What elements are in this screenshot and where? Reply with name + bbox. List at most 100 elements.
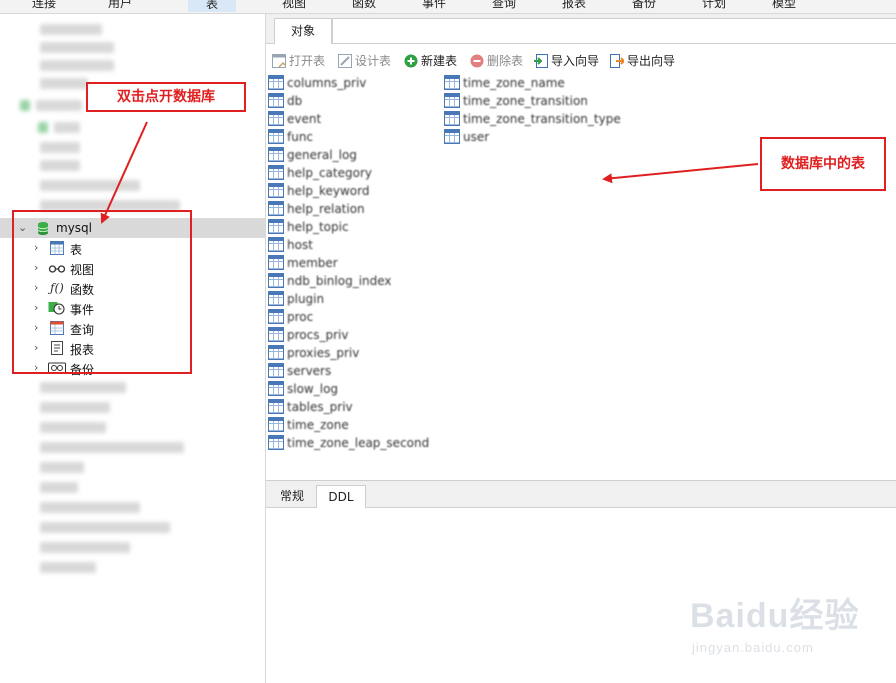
blurred-tree-item[interactable]	[40, 442, 184, 453]
table-name: proxies_priv	[287, 346, 360, 360]
table-name: user	[463, 130, 490, 144]
callout-double-click: 双击点开数据库	[86, 82, 246, 112]
blurred-tree-item[interactable]	[40, 78, 88, 89]
menu-user[interactable]: 用户	[108, 0, 132, 11]
export-wizard-label: 导出向导	[627, 54, 676, 68]
design-table-icon	[338, 54, 352, 68]
table-icon	[268, 399, 284, 414]
table-icon	[268, 255, 284, 270]
menu-connect[interactable]: 连接	[32, 0, 56, 11]
table-name: member	[287, 256, 338, 270]
table-icon	[268, 75, 284, 90]
table-name: slow_log	[287, 382, 339, 396]
table-icon	[268, 291, 284, 306]
table-icon	[268, 129, 284, 144]
menu-event[interactable]: 事件	[422, 0, 446, 11]
table-name: procs_priv	[287, 328, 349, 342]
tab-ddl[interactable]: DDL	[316, 485, 366, 509]
delete-table-button[interactable]: 删除表	[470, 52, 523, 70]
table-name: help_topic	[287, 220, 349, 234]
blurred-db-icon	[38, 122, 48, 133]
menu-table[interactable]: 表	[188, 0, 237, 12]
table-icon	[268, 435, 284, 450]
table-icon	[268, 381, 284, 396]
new-table-button[interactable]: 新建表	[404, 52, 457, 70]
table-icon	[268, 345, 284, 360]
blurred-tree-item[interactable]	[40, 24, 102, 35]
table-list: columns_priv db event func general_log help_c…	[266, 74, 896, 480]
table-icon	[268, 237, 284, 252]
blurred-tree-item[interactable]	[40, 60, 114, 71]
watermark-brand: Baidu经验	[690, 597, 860, 635]
blurred-tree-item[interactable]	[40, 382, 126, 393]
add-icon	[404, 54, 418, 68]
info-tab-strip: 常规 DDL	[266, 480, 896, 509]
blurred-tree-item[interactable]	[40, 482, 78, 493]
blurred-tree-item[interactable]	[40, 142, 80, 153]
import-wizard-label: 导入向导	[551, 54, 600, 68]
table-icon	[268, 327, 284, 342]
highlight-box-mysql	[12, 210, 192, 374]
open-table-label: 打开表	[289, 54, 326, 68]
menu-query[interactable]: 查询	[492, 0, 516, 11]
export-wizard-button[interactable]: 导出向导	[610, 52, 675, 70]
design-table-button[interactable]: 设计表	[338, 52, 391, 70]
blurred-tree-item[interactable]	[36, 100, 82, 111]
baidu-jingyan-watermark: Baidu经验 jingyan.baidu.com	[684, 584, 884, 664]
menu-view[interactable]: 视图	[282, 0, 306, 11]
table-name: event	[287, 112, 322, 126]
table-icon	[444, 93, 460, 108]
menu-report[interactable]: 报表	[562, 0, 586, 11]
delete-table-label: 删除表	[487, 54, 524, 68]
import-icon	[534, 54, 548, 68]
table-icon	[444, 75, 460, 90]
table-name: time_zone	[287, 418, 349, 432]
table-name: plugin	[287, 292, 325, 306]
table-name: ndb_binlog_index	[287, 274, 392, 288]
menu-schedule[interactable]: 计划	[702, 0, 726, 11]
blurred-tree-item[interactable]	[40, 562, 96, 573]
top-menu-bar: 连接 用户 表 视图 函数 事件 查询 报表 备份 计划 模型	[0, 0, 896, 14]
table-icon	[268, 147, 284, 162]
table-icon	[268, 363, 284, 378]
blurred-tree-item[interactable]	[40, 42, 114, 53]
tab-general[interactable]: 常规	[270, 485, 314, 509]
table-name: time_zone_transition	[463, 94, 588, 108]
blurred-tree-item[interactable]	[40, 462, 84, 473]
menu-backup[interactable]: 备份	[632, 0, 656, 11]
tab-objects[interactable]: 对象	[274, 18, 332, 44]
table-name: time_zone_transition_type	[463, 112, 621, 126]
blurred-tree-item[interactable]	[40, 402, 110, 413]
table-icon	[268, 201, 284, 216]
blurred-db-icon	[20, 100, 30, 111]
blurred-tree-item[interactable]	[40, 160, 80, 171]
import-wizard-button[interactable]: 导入向导	[534, 52, 599, 70]
blurred-tree-item[interactable]	[40, 422, 106, 433]
blurred-tree-item[interactable]	[40, 542, 130, 553]
open-table-button[interactable]: 打开表	[272, 52, 325, 70]
table-icon	[444, 129, 460, 144]
callout-tables-in-db: 数据库中的表	[760, 137, 886, 191]
open-table-icon	[272, 54, 286, 68]
new-table-label: 新建表	[421, 54, 458, 68]
object-tab-empty-area	[332, 18, 896, 44]
table-name: tables_priv	[287, 400, 353, 414]
table-name: func	[287, 130, 314, 144]
delete-icon	[470, 54, 484, 68]
menu-function[interactable]: 函数	[352, 0, 376, 11]
blurred-tree-item[interactable]	[54, 122, 80, 133]
table-name: help_relation	[287, 202, 365, 216]
table-name: general_log	[287, 148, 357, 162]
table-icon	[268, 165, 284, 180]
table-icon	[268, 183, 284, 198]
object-toolbar: 打开表 设计表 新建表 删除表 导入向导 导出向导	[266, 50, 896, 72]
blurred-tree-item[interactable]	[40, 522, 170, 533]
menu-model[interactable]: 模型	[772, 0, 796, 11]
table-icon	[268, 273, 284, 288]
blurred-tree-item[interactable]	[40, 502, 140, 513]
table-name: columns_priv	[287, 76, 367, 90]
table-icon	[268, 111, 284, 126]
table-name: time_zone_leap_second	[287, 436, 430, 450]
blurred-tree-item[interactable]	[40, 180, 140, 191]
table-icon	[268, 93, 284, 108]
